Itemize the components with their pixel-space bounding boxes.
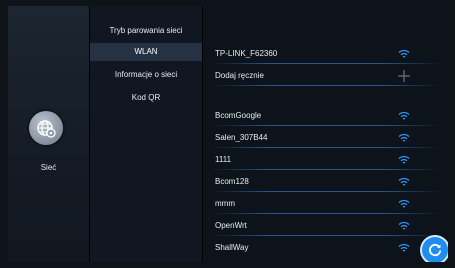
globe-settings-icon: [37, 120, 56, 138]
row-divider: [211, 191, 442, 192]
refresh-icon: [429, 243, 442, 257]
wifi-icon: [398, 199, 410, 208]
ssid-label: OpenWrt: [215, 221, 247, 230]
ssid-label: mmm: [215, 199, 235, 208]
wifi-icon: [398, 243, 410, 252]
wifi-icon: [398, 49, 410, 58]
row-divider: [211, 213, 442, 214]
wifi-network-row[interactable]: BcomGoogle: [203, 106, 448, 126]
menu-item-qr-code[interactable]: Kod QR: [90, 89, 202, 107]
wifi-icon: [398, 111, 410, 120]
row-divider: [211, 63, 442, 64]
menu-item-pairing-mode[interactable]: Tryb parowania sieci: [90, 22, 202, 40]
wifi-network-row[interactable]: ShallWay: [203, 238, 448, 258]
wifi-network-row[interactable]: Salen_307B44: [203, 128, 448, 148]
ssid-label: Salen_307B44: [215, 133, 268, 142]
plus-icon: [398, 70, 410, 82]
wifi-network-row[interactable]: 1111: [203, 150, 448, 170]
ssid-label: ShallWay: [215, 243, 249, 252]
row-divider: [211, 235, 442, 236]
wifi-icon: [398, 221, 410, 230]
row-divider: [211, 147, 442, 148]
settings-menu: Tryb parowania sieci WLAN Informacje o s…: [90, 6, 202, 262]
wifi-network-row-connected[interactable]: TP-LINK_F62360: [203, 44, 448, 64]
wifi-network-row[interactable]: mmm: [203, 194, 448, 214]
side-nav-label: Sieć: [40, 163, 57, 172]
network-settings-button[interactable]: [29, 111, 63, 145]
add-manually-label: Dodaj ręcznie: [215, 71, 264, 80]
ssid-label: BcomGoogle: [215, 111, 262, 120]
wifi-list: TP-LINK_F62360 Dodaj ręcznie BcomGoogle: [203, 6, 448, 262]
screen: Sieć Tryb parowania sieci WLAN Informacj…: [8, 6, 448, 262]
row-divider: [211, 85, 442, 86]
wifi-network-row[interactable]: OpenWrt: [203, 216, 448, 236]
side-nav: Sieć: [8, 6, 89, 262]
row-divider: [211, 169, 442, 170]
refresh-button[interactable]: [422, 237, 448, 262]
row-divider: [211, 125, 442, 126]
ssid-label: Bcom128: [215, 177, 249, 186]
wifi-icon: [398, 155, 410, 164]
ssid-label: TP-LINK_F62360: [215, 49, 278, 58]
ssid-label: 1111: [215, 155, 232, 164]
wifi-icon: [398, 133, 410, 142]
wifi-network-row[interactable]: Bcom128: [203, 172, 448, 192]
add-network-manually-row[interactable]: Dodaj ręcznie: [203, 66, 448, 86]
menu-item-network-info[interactable]: Informacje o sieci: [90, 66, 202, 84]
wifi-icon: [398, 177, 410, 186]
menu-item-wlan[interactable]: WLAN: [90, 43, 202, 61]
